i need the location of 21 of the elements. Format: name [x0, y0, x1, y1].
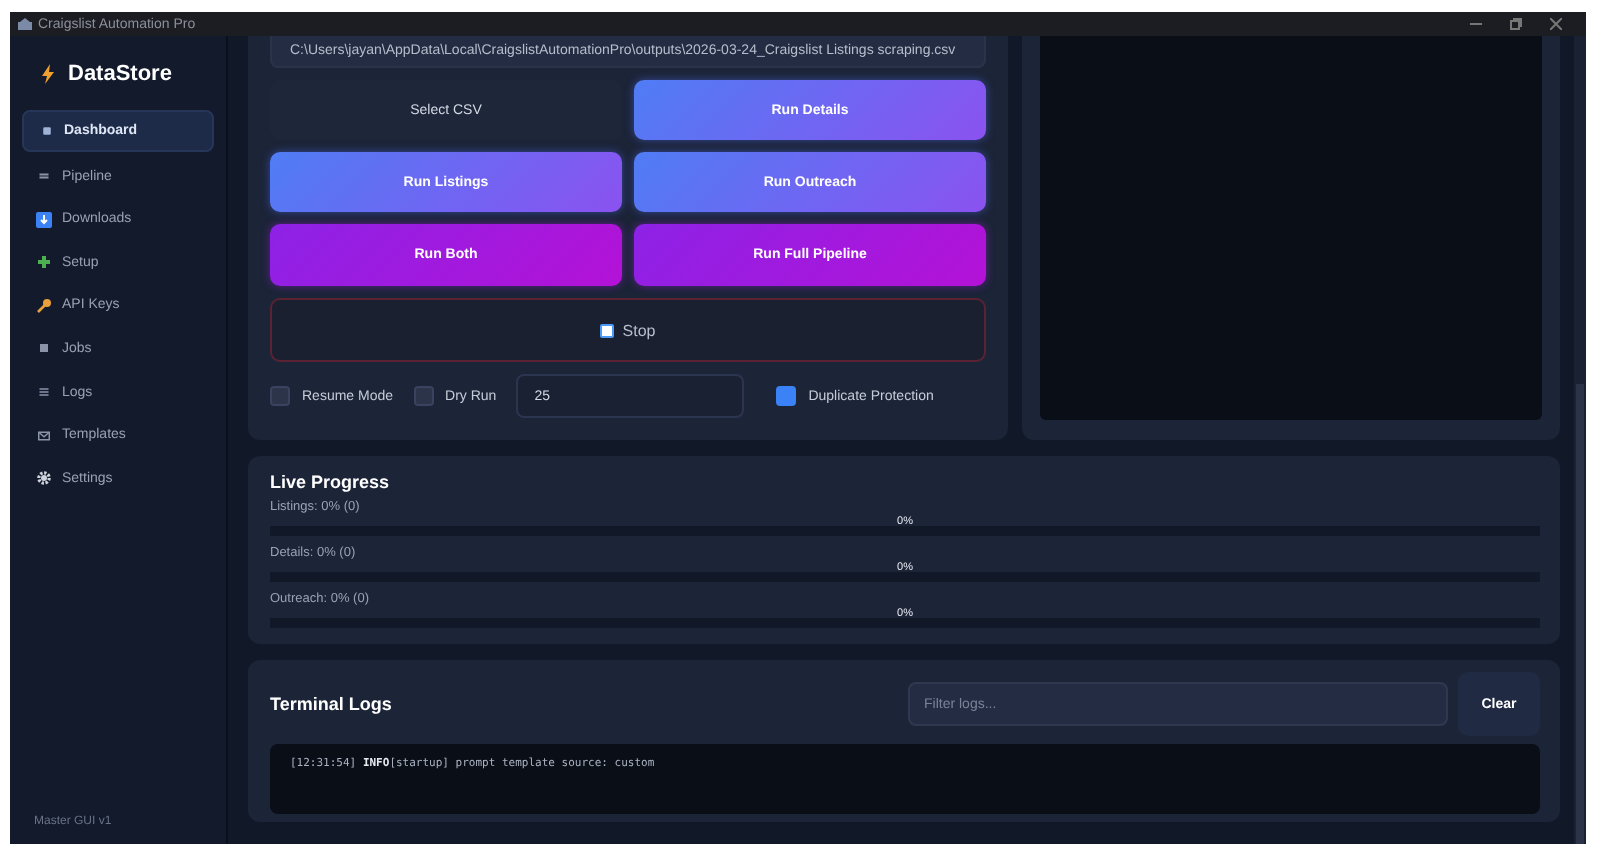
- download-icon: [36, 211, 52, 228]
- scrollbar[interactable]: [1574, 36, 1586, 844]
- close-icon[interactable]: [1550, 18, 1562, 30]
- restore-icon[interactable]: [1510, 18, 1522, 30]
- lightning-icon: [42, 64, 54, 84]
- menu-icon: [36, 386, 52, 399]
- stop-icon: [600, 323, 615, 337]
- square-icon: [36, 344, 52, 353]
- stop-button[interactable]: Stop: [270, 298, 986, 362]
- section-title: Live Progress: [270, 472, 392, 492]
- key-icon: [36, 297, 52, 314]
- section-title: Terminal Logs: [270, 694, 394, 714]
- lines-icon: [36, 170, 52, 183]
- envelope-icon: [36, 429, 52, 442]
- checkbox[interactable]: [776, 386, 797, 406]
- square-icon: [38, 126, 54, 136]
- brand-name: DataStore: [68, 62, 172, 86]
- checkbox[interactable]: [413, 386, 434, 406]
- settings-icon: [36, 470, 52, 487]
- minimize-icon[interactable]: [1470, 18, 1482, 30]
- checkbox[interactable]: [270, 386, 290, 406]
